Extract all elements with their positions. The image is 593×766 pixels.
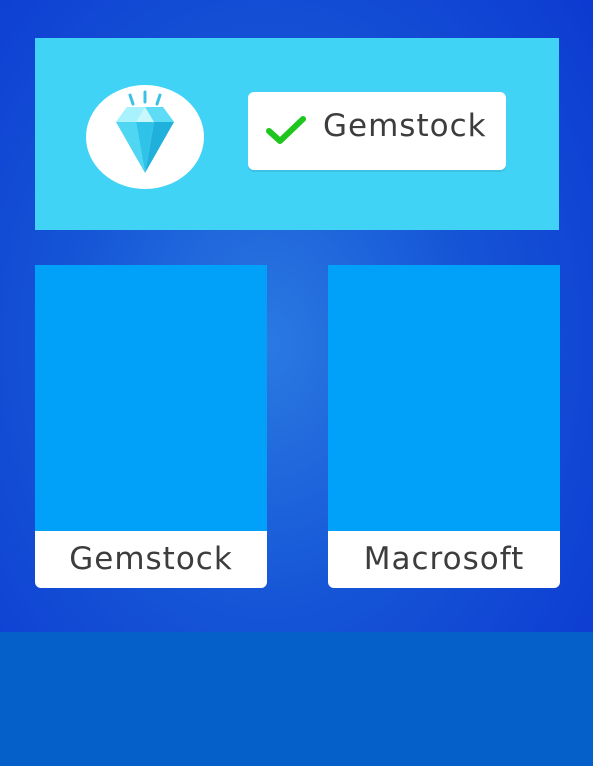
card-image bbox=[35, 265, 267, 531]
selected-company-pill[interactable]: Gemstock bbox=[248, 92, 506, 170]
logo-badge bbox=[86, 85, 204, 189]
company-card-macrosoft[interactable]: Macrosoft bbox=[328, 265, 560, 588]
header-panel: Gemstock bbox=[35, 38, 559, 230]
card-label: Macrosoft bbox=[328, 531, 560, 588]
card-image bbox=[328, 265, 560, 531]
diamond-icon bbox=[116, 90, 174, 173]
checkmark-icon bbox=[266, 116, 306, 144]
selected-company-label: Gemstock bbox=[323, 108, 487, 144]
floor bbox=[0, 632, 593, 766]
company-card-gemstock[interactable]: Gemstock bbox=[35, 265, 267, 588]
card-label: Gemstock bbox=[35, 531, 267, 588]
